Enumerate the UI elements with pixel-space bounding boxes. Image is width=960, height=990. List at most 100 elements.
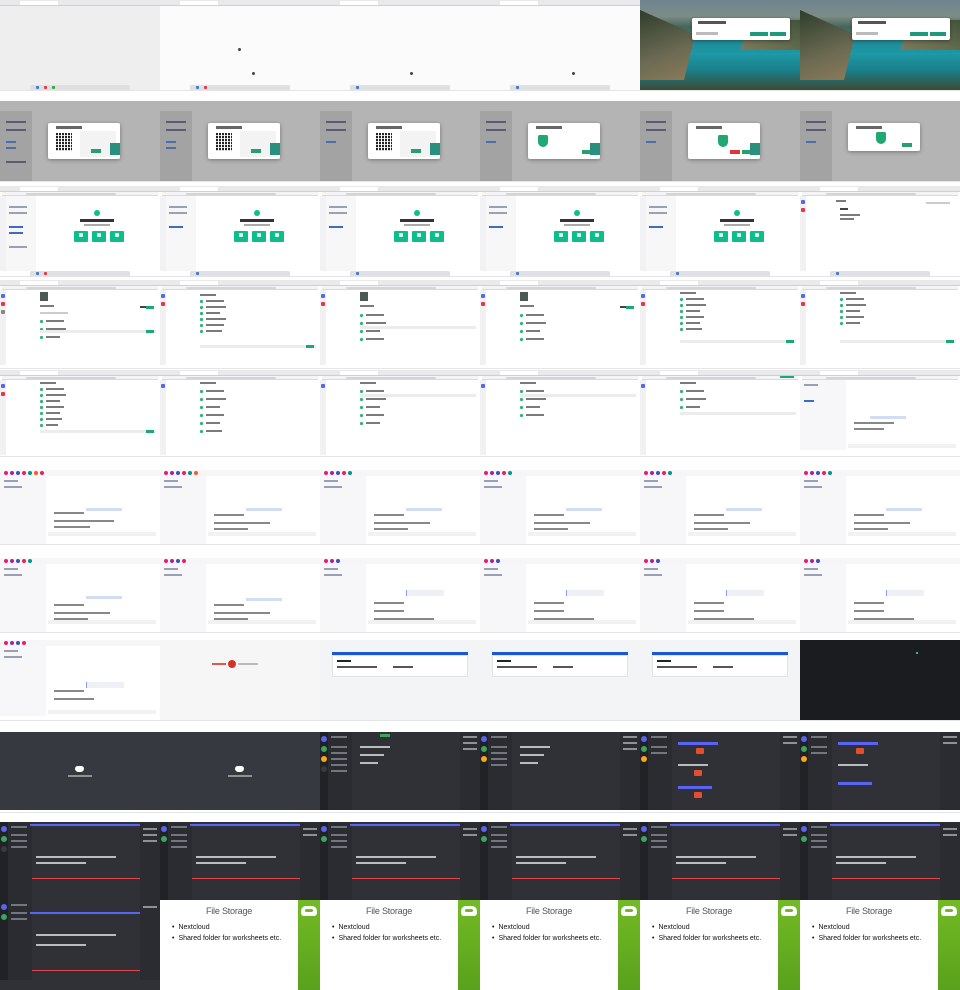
thumbnail-row-9 (0, 732, 960, 810)
verify-button[interactable] (91, 149, 101, 153)
thumbnail-login-lake-2[interactable] (800, 0, 960, 90)
thumbnail-row-5 (0, 370, 960, 456)
slide-bullet-list: Nextcloud Shared folder for worksheets e… (812, 922, 921, 944)
thumbnail-reply-2[interactable] (160, 548, 320, 632)
thumbnail-discord-channel-1[interactable] (0, 822, 160, 900)
slide-file-storage-3[interactable]: File Storage Nextcloud Shared folder for… (480, 900, 640, 990)
thumbnail-welcome-5[interactable] (640, 186, 800, 276)
thumbnail-chat-3[interactable] (320, 460, 480, 544)
thumbnail-room-joined[interactable] (800, 370, 960, 456)
bullet-item: Nextcloud (332, 922, 441, 933)
thumbnail-discord-loading-1[interactable] (0, 732, 160, 810)
create-button[interactable] (146, 306, 154, 309)
thumbnail-discord-server-1[interactable] (320, 732, 480, 810)
thumbnail-verified-1[interactable] (480, 101, 640, 181)
slide-title: File Storage (525, 906, 573, 916)
slide-file-storage-2[interactable]: File Storage Nextcloud Shared folder for… (320, 900, 480, 990)
thumbnail-loading-1[interactable] (160, 0, 320, 90)
slide-bullet-list: Nextcloud Shared folder for worksheets e… (652, 922, 761, 944)
thumbnail-explore-5[interactable] (640, 370, 800, 456)
tomato-icon (228, 660, 236, 668)
thumbnail-qr-verify-2[interactable] (160, 101, 320, 181)
gecko-logo-icon (941, 906, 957, 916)
thumbnail-reply-1[interactable] (0, 548, 160, 632)
slide-file-storage-4[interactable]: File Storage Nextcloud Shared folder for… (640, 900, 800, 990)
gecko-logo-icon (781, 906, 797, 916)
thumbnail-discord-channel-5[interactable] (640, 822, 800, 900)
thumbnail-web-page-1[interactable] (320, 640, 480, 720)
thumbnail-chat-1[interactable] (0, 460, 160, 544)
thumbnail-discord-channel-4[interactable] (480, 822, 640, 900)
thumbnail-discord-channel-6[interactable] (800, 822, 960, 900)
thumbnail-rooms-list-1[interactable] (0, 280, 160, 368)
thumbnail-chat-5[interactable] (640, 460, 800, 544)
thumbnail-rooms-list-2[interactable] (160, 280, 320, 368)
thumbnail-reply-7[interactable] (0, 640, 160, 720)
thumbnail-discord-channel-7[interactable] (0, 900, 160, 990)
slide-bullet-list: Nextcloud Shared folder for worksheets e… (332, 922, 441, 944)
thumbnail-loading-2[interactable] (320, 0, 480, 90)
thumbnail-qr-verify-3[interactable] (320, 101, 480, 181)
thumbnail-welcome-1[interactable] (0, 186, 160, 276)
explore-rooms-tile[interactable] (92, 231, 106, 242)
bullet-item: Shared folder for worksheets etc. (652, 933, 761, 944)
slide-green-band (618, 900, 640, 990)
mismatch-button[interactable] (730, 150, 740, 154)
thumbnail-verified-2[interactable] (640, 101, 800, 181)
thumbnail-discord-channel-2[interactable] (160, 822, 320, 900)
thumbnail-discord-chat-2[interactable] (800, 732, 960, 810)
thumbnail-discord-chat-1[interactable] (640, 732, 800, 810)
send-dm-tile[interactable] (74, 231, 88, 242)
thumbnail-chat-4[interactable] (480, 460, 640, 544)
thumbnail-black-screen[interactable] (800, 640, 960, 720)
thumbnail-verified-3[interactable] (800, 101, 960, 181)
thumbnail-reply-3[interactable] (320, 548, 480, 632)
slide-file-storage-5[interactable]: File Storage Nextcloud Shared folder for… (800, 900, 960, 990)
thumbnail-rooms-list-4[interactable] (480, 280, 640, 368)
thumbnail-discord-channel-3[interactable] (320, 822, 480, 900)
thumbnail-rooms-list-3[interactable] (320, 280, 480, 368)
thumbnail-rooms-list-6[interactable] (800, 280, 960, 368)
thumbnail-web-page-2[interactable] (480, 640, 640, 720)
verify-session-dialog[interactable] (692, 18, 790, 40)
bullet-item: Shared folder for worksheets etc. (812, 933, 921, 944)
browser-tab-bar (480, 0, 640, 6)
thumbnail-reply-5[interactable] (640, 548, 800, 632)
thumbnail-reply-4[interactable] (480, 548, 640, 632)
thumbnail-discord-server-2[interactable] (480, 732, 640, 810)
thumbnail-welcome-4[interactable] (480, 186, 640, 276)
thumbnail-tomato-app[interactable] (160, 640, 320, 720)
slide-title: File Storage (205, 906, 253, 916)
verified-dialog[interactable] (848, 123, 920, 151)
create-group-tile[interactable] (110, 231, 124, 242)
thumbnail-chat-6[interactable] (800, 460, 960, 544)
thumbnail-welcome-2[interactable] (160, 186, 320, 276)
thumbnail-qr-verify-1[interactable] (0, 101, 160, 181)
thumbnail-reply-6[interactable] (800, 548, 960, 632)
thumbnail-row-2 (0, 101, 960, 181)
avatar (40, 292, 48, 301)
thumbnail-row-6 (0, 460, 960, 544)
thumbnail-row-4 (0, 280, 960, 368)
thumbnail-explore-4[interactable] (480, 370, 640, 456)
slide-file-storage-1[interactable]: File Storage Nextcloud Shared folder for… (160, 900, 320, 990)
thumbnail-explore-2[interactable] (160, 370, 320, 456)
slide-title: File Storage (365, 906, 413, 916)
join-button[interactable] (146, 330, 154, 333)
slide-title: File Storage (845, 906, 893, 916)
thumbnail-rooms-list-5[interactable] (640, 280, 800, 368)
slide-green-band (298, 900, 320, 990)
thumbnail-chat-2[interactable] (160, 460, 320, 544)
bullet-item: Shared folder for worksheets etc. (332, 933, 441, 944)
verify-session-dialog[interactable] (852, 18, 950, 40)
thumbnail-web-page-3[interactable] (640, 640, 800, 720)
thumbnail-loading-3[interactable] (480, 0, 640, 90)
thumbnail-blank-grey[interactable] (0, 0, 160, 90)
thumbnail-explore-3[interactable] (320, 370, 480, 456)
thumbnail-discord-loading-2[interactable] (160, 732, 320, 810)
thumbnail-login-lake-1[interactable] (640, 0, 800, 90)
thumbnail-welcome-3[interactable] (320, 186, 480, 276)
thumbnail-settings-page[interactable] (800, 186, 960, 276)
thumbnail-explore-1[interactable] (0, 370, 160, 456)
slide-green-band (938, 900, 960, 990)
